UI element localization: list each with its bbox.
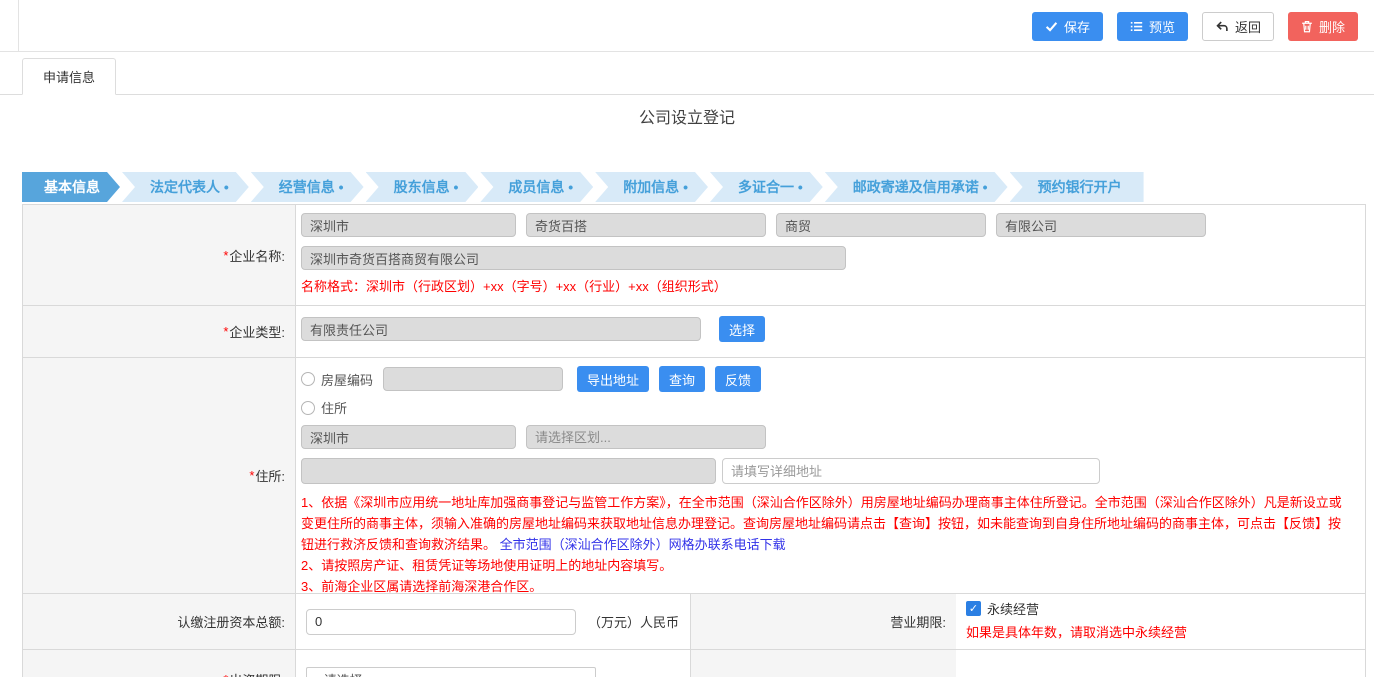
grid-office-phone-link[interactable]: 全市范围（深汕合作区除外）网格办联系电话下载 (500, 537, 786, 552)
step-multi-cert[interactable]: 多证合一 • (710, 172, 823, 202)
back-button-label: 返回 (1235, 17, 1261, 36)
step-bank-appointment[interactable]: 预约银行开户 (1010, 172, 1144, 202)
top-toolbar: 保存 预览 返回 删除 (0, 0, 1374, 52)
trash-icon (1301, 20, 1313, 33)
house-code-radio[interactable] (301, 372, 315, 386)
row-company-type: * 企业类型: 选择 (23, 305, 1365, 357)
perpetual-checkbox-label: 永续经营 (987, 599, 1039, 618)
required-mark: * (249, 468, 254, 483)
empty-label-cell (691, 650, 956, 677)
city-input (301, 425, 516, 449)
toolbar-actions: 保存 预览 返回 删除 (1032, 12, 1358, 41)
delete-button-label: 删除 (1319, 17, 1345, 36)
name-format-hint: 名称格式：深圳市（行政区划）+xx（字号）+xx（行业）+xx（组织形式） (301, 276, 1355, 295)
step-basic-info[interactable]: 基本信息 (22, 172, 120, 202)
feedback-button[interactable]: 反馈 (715, 366, 761, 392)
check-icon (1045, 20, 1058, 33)
address-radio-label: 住所 (321, 398, 347, 417)
save-button[interactable]: 保存 (1032, 12, 1103, 41)
address-note-1: 1、依据《深圳市应用统一地址库加强商事登记与监管工作方案》，在全市范围（深汕合作… (301, 495, 1342, 552)
address-detail-input[interactable] (722, 458, 1100, 484)
company-name-label: * 企业名称: (23, 205, 296, 305)
perpetual-checkbox[interactable] (966, 601, 981, 616)
field-label: 企业类型: (229, 322, 285, 341)
address-radio[interactable] (301, 401, 315, 415)
export-address-button[interactable]: 导出地址 (577, 366, 649, 392)
name-region-input (301, 213, 516, 237)
contribution-term-label: * 出资期限: (23, 650, 296, 677)
tab-bar: 申请信息 (0, 58, 1374, 95)
contribution-term-select[interactable]: --请选择-- ▼ (306, 667, 596, 677)
company-type-input (301, 317, 701, 341)
divider (18, 0, 19, 52)
registration-form: * 企业名称: 名称格式：深圳市（行政区划）+xx（字号）+xx（行业）+xx（… (22, 204, 1366, 677)
capital-input[interactable] (306, 609, 576, 635)
row-company-name: * 企业名称: 名称格式：深圳市（行政区划）+xx（字号）+xx（行业）+xx（… (23, 205, 1365, 305)
business-term-label: 营业期限: (691, 594, 956, 649)
back-arrow-icon (1215, 20, 1229, 33)
query-button[interactable]: 查询 (659, 366, 705, 392)
preview-button[interactable]: 预览 (1117, 12, 1188, 41)
tab-application-info[interactable]: 申请信息 (22, 58, 116, 95)
house-code-input (383, 367, 563, 391)
capital-unit: （万元）人民币 (588, 612, 679, 631)
empty-cell (956, 650, 1365, 677)
row-capital-term: 认缴注册资本总额: （万元）人民币 营业期限: 永续经营 如果是具体年数，请取消… (23, 593, 1365, 649)
required-mark: * (223, 248, 228, 263)
required-mark: * (223, 324, 228, 339)
address-notes: 1、依据《深圳市应用统一地址库加强商事登记与监管工作方案》，在全市范围（深汕合作… (301, 492, 1355, 597)
address-base-input (301, 458, 716, 484)
preview-button-label: 预览 (1149, 17, 1175, 36)
name-brand-input (526, 213, 766, 237)
address-label: * 住所: (23, 358, 296, 593)
save-button-label: 保存 (1064, 17, 1090, 36)
full-name-input (301, 246, 846, 270)
list-icon (1130, 20, 1143, 33)
step-legal-representative[interactable]: 法定代表人 • (122, 172, 249, 202)
row-address: * 住所: 房屋编码 导出地址 查询 反馈 住所 (23, 357, 1365, 593)
district-select (526, 425, 766, 449)
field-label: 企业名称: (229, 246, 285, 265)
step-member-info[interactable]: 成员信息 • (480, 172, 593, 202)
wizard-steps: 基本信息 法定代表人 • 经营信息 • 股东信息 • 成员信息 • 附加信息 •… (22, 172, 1366, 202)
step-shareholder-info[interactable]: 股东信息 • (366, 172, 479, 202)
choose-type-button[interactable]: 选择 (719, 316, 765, 342)
step-business-info[interactable]: 经营信息 • (251, 172, 364, 202)
name-industry-input (776, 213, 986, 237)
step-postal-credit[interactable]: 邮政寄递及信用承诺 • (825, 172, 1008, 202)
step-additional-info[interactable]: 附加信息 • (595, 172, 708, 202)
field-label: 营业期限: (890, 612, 946, 631)
registered-capital-label: 认缴注册资本总额: (23, 594, 296, 649)
name-orgform-input (996, 213, 1206, 237)
required-mark: * (223, 672, 228, 677)
business-term-hint: 如果是具体年数，请取消选中永续经营 (966, 622, 1355, 641)
back-button[interactable]: 返回 (1202, 12, 1274, 41)
address-note-2: 2、请按照房产证、租赁凭证等场地使用证明上的地址内容填写。 (301, 555, 1351, 576)
field-label: 出资期限: (229, 670, 285, 677)
contribution-term-value: --请选择-- (315, 670, 371, 677)
delete-button[interactable]: 删除 (1288, 12, 1358, 41)
row-contribution-term: * 出资期限: --请选择-- ▼ (23, 649, 1365, 677)
house-code-radio-label: 房屋编码 (321, 370, 373, 389)
page-title: 公司设立登记 (0, 107, 1374, 131)
company-type-label: * 企业类型: (23, 306, 296, 357)
field-label: 认缴注册资本总额: (177, 612, 285, 631)
field-label: 住所: (255, 466, 285, 485)
